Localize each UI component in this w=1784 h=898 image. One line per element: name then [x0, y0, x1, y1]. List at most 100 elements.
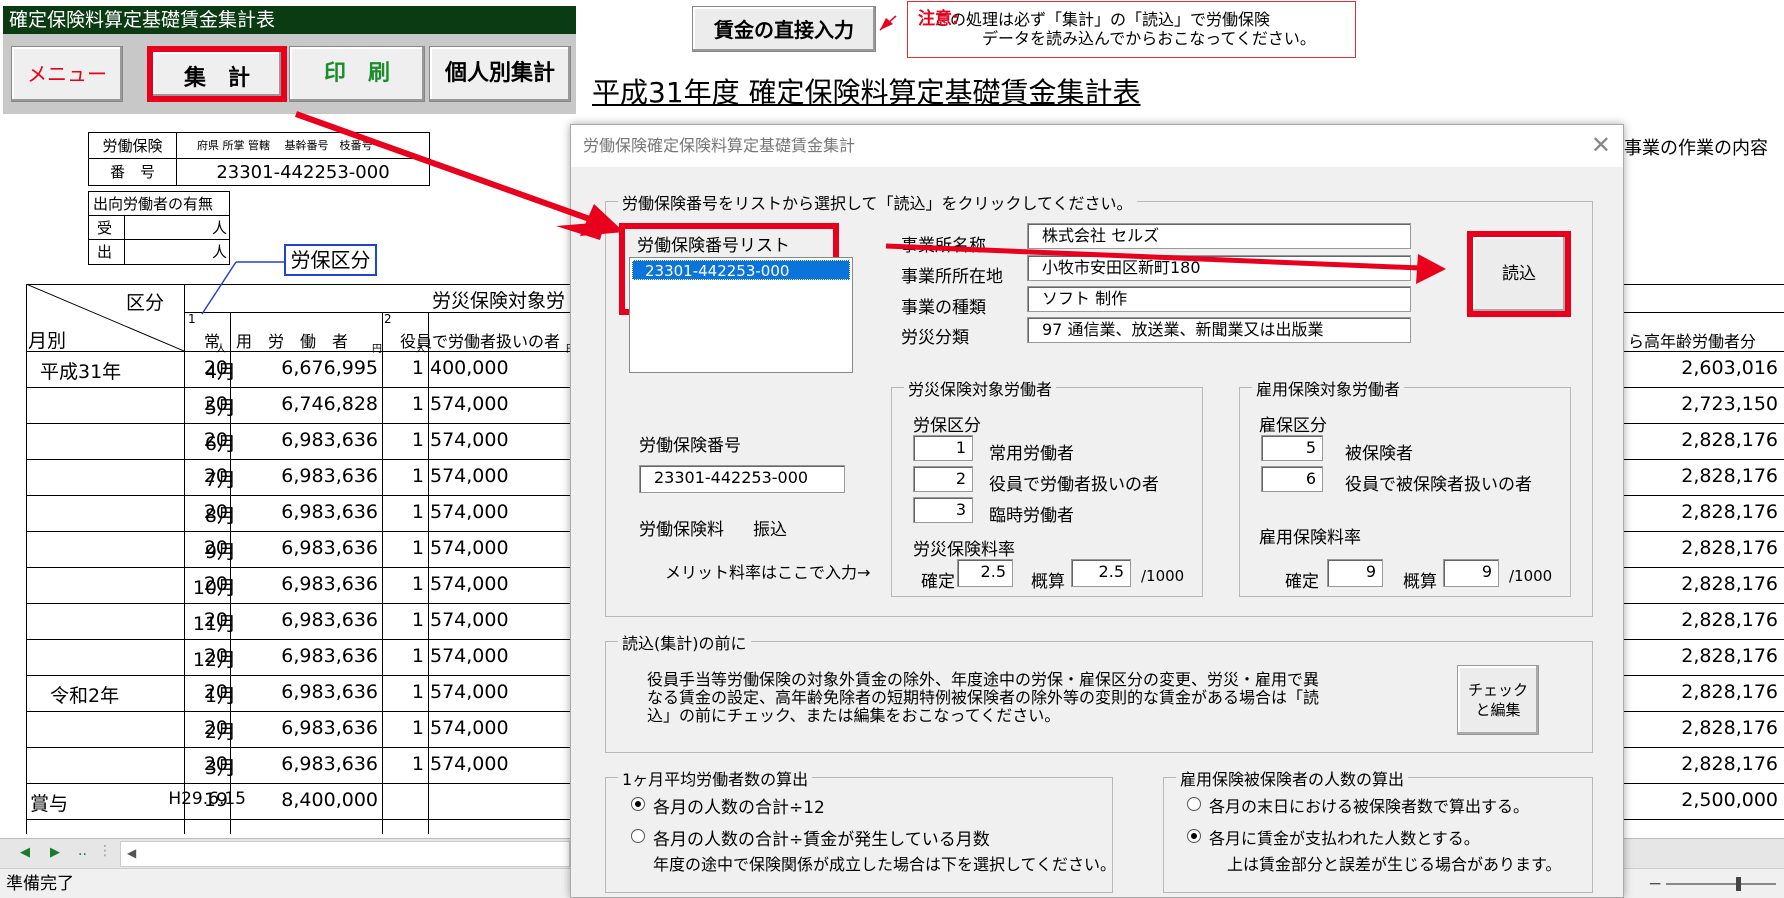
row-wage1[interactable]: 6,983,636 — [232, 681, 378, 703]
row-wage1[interactable]: 8,400,000 — [232, 789, 378, 811]
avg-option2-label[interactable]: 各月の人数の合計÷賃金が発生している月数 — [653, 825, 990, 850]
row-wage2[interactable]: 574,000 — [430, 429, 574, 451]
row-count2[interactable]: 1 — [384, 465, 424, 487]
koyou-kubun-field[interactable]: 6 — [1261, 466, 1323, 492]
row-count1[interactable]: 20 — [186, 465, 228, 487]
row-wage2[interactable]: 574,000 — [430, 465, 574, 487]
row-right-wage[interactable]: 2,828,176 — [1622, 753, 1778, 775]
avg-option2-radio[interactable] — [631, 829, 645, 843]
individual-total-button[interactable]: 個人別集計 — [429, 46, 571, 102]
row-count2[interactable]: 1 — [384, 717, 424, 739]
row-count1[interactable]: 20 — [186, 717, 228, 739]
row-right-wage[interactable]: 2,828,176 — [1622, 429, 1778, 451]
row-wage1[interactable]: 6,983,636 — [232, 609, 378, 631]
zoom-slider-thumb[interactable] — [1736, 877, 1741, 891]
rousai-kubun-field[interactable]: 2 — [913, 466, 973, 492]
avg-option1-radio[interactable] — [631, 797, 645, 811]
row-count1[interactable]: 20 — [186, 753, 228, 775]
row-wage2[interactable]: 574,000 — [430, 573, 574, 595]
row-count1[interactable]: 20 — [186, 357, 228, 379]
direct-input-button[interactable]: 賃金の直接入力 — [692, 6, 876, 52]
row-count1[interactable]: 20 — [186, 609, 228, 631]
row-wage1[interactable]: 6,983,636 — [232, 429, 378, 451]
row-count1[interactable]: 20 — [186, 501, 228, 523]
rousai-kubun-field[interactable]: 1 — [913, 435, 973, 461]
row-wage2[interactable]: 574,000 — [430, 609, 574, 631]
row-wage2[interactable]: 574,000 — [430, 501, 574, 523]
row-count2[interactable]: 1 — [384, 645, 424, 667]
row-right-wage[interactable]: 2,828,176 — [1622, 537, 1778, 559]
row-count1[interactable]: 20 — [186, 573, 228, 595]
row-count2[interactable]: 1 — [384, 357, 424, 379]
row-count2[interactable]: 1 — [384, 681, 424, 703]
zoom-slider[interactable] — [1666, 883, 1776, 885]
koyou-estimate-field[interactable]: 9 — [1443, 559, 1499, 587]
row-count1[interactable]: 20 — [186, 645, 228, 667]
row-right-wage[interactable]: 2,723,150 — [1622, 393, 1778, 415]
rousai-estimate-field[interactable]: 2.5 — [1071, 559, 1131, 587]
insurance-number-list[interactable]: 23301-442253-000 — [629, 257, 853, 373]
rousai-confirmed-field[interactable]: 2.5 — [957, 559, 1013, 587]
koyou-count-option1-label[interactable]: 各月の末日における被保険者数で算出する。 — [1209, 793, 1529, 817]
row-wage2[interactable]: 400,000 — [430, 357, 574, 379]
row-right-wage[interactable]: 2,828,176 — [1622, 573, 1778, 595]
row-wage2[interactable]: 574,000 — [430, 717, 574, 739]
row-count1[interactable]: 20 — [186, 537, 228, 559]
row-wage1[interactable]: 6,983,636 — [232, 501, 378, 523]
read-button[interactable]: 読込 — [1467, 231, 1571, 317]
row-wage2[interactable]: 574,000 — [430, 681, 574, 703]
row-wage1[interactable]: 6,746,828 — [232, 393, 378, 415]
row-count2[interactable]: 1 — [384, 501, 424, 523]
row-count1[interactable]: 20 — [186, 681, 228, 703]
row-count2[interactable]: 1 — [384, 753, 424, 775]
ins-num-field[interactable]: 23301-442253-000 — [639, 465, 845, 493]
row-count1[interactable]: 20 — [186, 393, 228, 415]
row-wage2[interactable]: 574,000 — [430, 393, 574, 415]
row-wage2[interactable]: 574,000 — [430, 537, 574, 559]
row-wage1[interactable]: 6,676,995 — [232, 357, 378, 379]
tab-splitter-icon[interactable]: ⋮ — [98, 843, 112, 859]
row-right-wage[interactable]: 2,500,000 — [1622, 789, 1778, 811]
next-sheet-icon[interactable]: ▶ — [50, 845, 60, 860]
row-wage2[interactable]: 574,000 — [430, 645, 574, 667]
scroll-left-icon[interactable]: ◀ — [127, 846, 136, 860]
business-type-field[interactable]: ソフト 制作 — [1027, 286, 1411, 312]
row-wage1[interactable]: 6,983,636 — [232, 717, 378, 739]
koyou-count-option2-radio[interactable] — [1187, 829, 1201, 843]
koyou-confirmed-field[interactable]: 9 — [1327, 559, 1383, 587]
row-right-wage[interactable]: 2,828,176 — [1622, 465, 1778, 487]
rousai-kubun-field[interactable]: 3 — [913, 497, 973, 523]
office-name-field[interactable]: 株式会社 セルズ — [1027, 223, 1411, 249]
row-right-wage[interactable]: 2,828,176 — [1622, 717, 1778, 739]
row-count2[interactable]: 1 — [384, 609, 424, 631]
prev-sheet-icon[interactable]: ◀ — [20, 845, 30, 860]
horizontal-scrollbar[interactable]: ◀ — [120, 841, 570, 867]
check-edit-button[interactable]: チェック と編集 — [1457, 665, 1539, 735]
total-button[interactable]: 集 計 — [147, 46, 287, 102]
row-right-wage[interactable]: 2,828,176 — [1622, 645, 1778, 667]
row-right-wage[interactable]: 2,828,176 — [1622, 501, 1778, 523]
print-button[interactable]: 印 刷 — [289, 46, 425, 102]
menu-button[interactable]: メニュー — [11, 46, 123, 102]
koyou-kubun-field[interactable]: 5 — [1261, 435, 1323, 461]
koyou-count-option1-radio[interactable] — [1187, 797, 1201, 811]
more-sheets-icon[interactable]: .. — [78, 843, 87, 859]
row-right-wage[interactable]: 2,828,176 — [1622, 681, 1778, 703]
office-address-field[interactable]: 小牧市安田区新町180 — [1027, 255, 1411, 281]
row-count1[interactable]: 20 — [186, 429, 228, 451]
row-wage1[interactable]: 6,983,636 — [232, 753, 378, 775]
row-count2[interactable]: 1 — [384, 537, 424, 559]
avg-option1-label[interactable]: 各月の人数の合計÷12 — [653, 793, 825, 818]
row-count2[interactable]: 1 — [384, 573, 424, 595]
close-icon[interactable]: ✕ — [1591, 131, 1611, 159]
row-wage1[interactable]: 6,983,636 — [232, 537, 378, 559]
list-item-selected[interactable]: 23301-442253-000 — [632, 260, 850, 280]
row-wage1[interactable]: 6,983,636 — [232, 573, 378, 595]
zoom-out-icon[interactable]: − — [1648, 869, 1662, 898]
row-wage1[interactable]: 6,983,636 — [232, 645, 378, 667]
row-right-wage[interactable]: 2,603,016 — [1622, 357, 1778, 379]
row-count2[interactable]: 1 — [384, 393, 424, 415]
row-count1[interactable]: 19 — [186, 789, 228, 811]
row-wage1[interactable]: 6,983,636 — [232, 465, 378, 487]
koyou-count-option2-label[interactable]: 各月に賃金が支払われた人数とする。 — [1209, 825, 1480, 849]
